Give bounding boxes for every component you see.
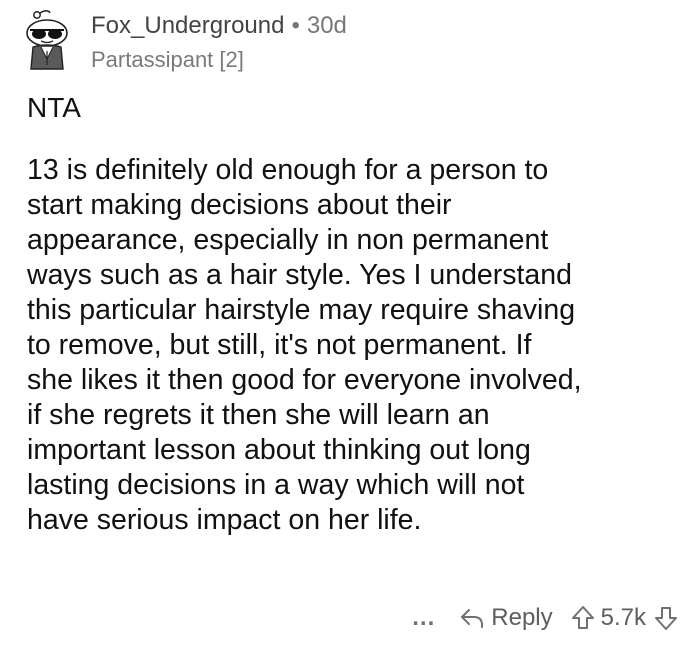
comment-body-line: ways such as a hair style. Yes I underst…	[27, 259, 572, 291]
user-flair: Partassipant [2]	[91, 47, 244, 72]
comment-body-line: this particular hairstyle may require sh…	[27, 294, 576, 326]
comment-body-line: she likes it then good for everyone invo…	[27, 364, 582, 396]
comment-body-line: to remove, but still, it's not permanent…	[27, 329, 532, 361]
reply-button[interactable]: Reply	[491, 604, 552, 632]
comment-body: 13 is definitely old enough for a person…	[27, 153, 687, 538]
author-username[interactable]: Fox_Underground	[91, 12, 284, 39]
comment-body-line: have serious impact on her life.	[27, 504, 422, 536]
downvote-icon[interactable]	[654, 605, 678, 631]
reply-icon[interactable]	[459, 606, 485, 630]
comment-body-line: 13 is definitely old enough for a person…	[27, 154, 549, 186]
comment-meta: Fox_Underground • 30d	[91, 12, 347, 40]
comment-body-line: important lesson about thinking out long	[27, 434, 531, 466]
user-avatar[interactable]	[19, 9, 75, 71]
comment-body-line: start making decisions about their	[27, 189, 452, 221]
comment-body-line: if she regrets it then she will learn an	[27, 399, 490, 431]
upvote-icon[interactable]	[571, 605, 595, 631]
comment-body-line: lasting decisions in a way which will no…	[27, 469, 525, 501]
comment-age: 30d	[306, 12, 347, 39]
comment-verdict: NTA	[27, 92, 81, 123]
more-options-button[interactable]: ...	[412, 604, 435, 632]
comment-actions: ... Reply 5.7k	[412, 600, 678, 636]
snoo-avatar-icon	[26, 10, 68, 70]
vote-score: 5.7k	[600, 604, 646, 631]
comment-body-line: appearance, especially in non permanent	[27, 224, 549, 256]
meta-separator: •	[291, 12, 300, 39]
